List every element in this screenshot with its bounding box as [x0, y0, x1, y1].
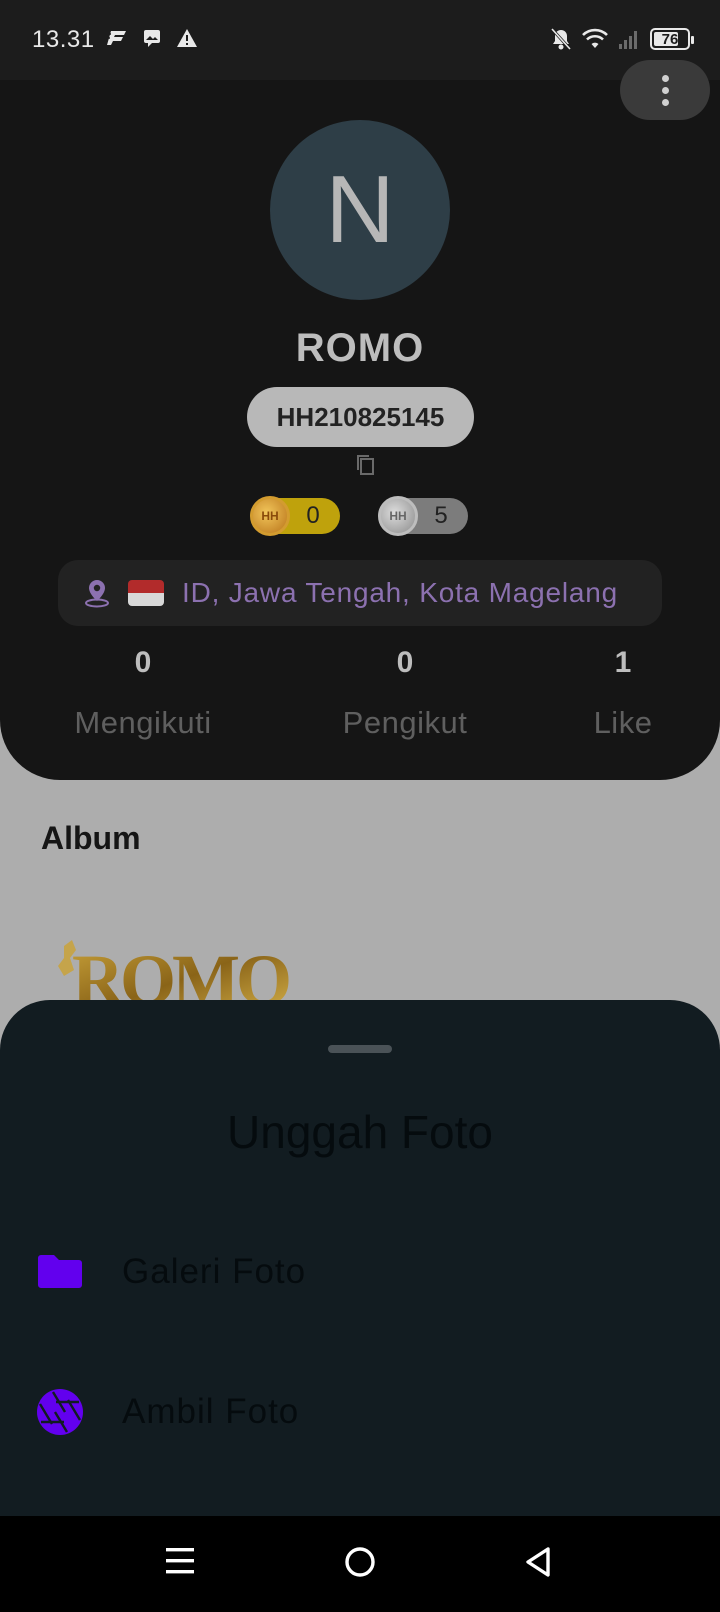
menu-icon[interactable] [166, 1546, 194, 1576]
svg-text:ROMO: ROMO [72, 940, 289, 1000]
take-photo-option[interactable]: Ambil Foto [0, 1352, 720, 1472]
status-time: 13.31 [32, 26, 95, 53]
copy-icon[interactable] [355, 453, 377, 477]
stat-following[interactable]: 0 Mengikuti [58, 646, 228, 741]
stat-followers-label: Pengikut [342, 705, 468, 740]
profile-card: N ROMO HH210825145 HH 0 HH 5 ID, Jawa Te… [0, 0, 720, 780]
gold-coin-icon: HH [250, 496, 290, 536]
home-icon[interactable] [344, 1546, 376, 1578]
location-text: ID, Jawa Tengah, Kota Magelang [182, 577, 618, 608]
gold-coin-count: 0 [306, 502, 320, 529]
profile-name: ROMO [295, 326, 425, 370]
photo-message-icon [144, 30, 160, 47]
battery-icon: 76 [650, 28, 694, 50]
stat-following-label: Mengikuti [74, 705, 212, 740]
more-vertical-icon [661, 74, 669, 82]
folder-icon [38, 1255, 82, 1288]
gallery-option-label: Galeri Foto [122, 1252, 307, 1291]
more-options-button[interactable] [620, 60, 710, 120]
gold-coin-balance[interactable]: HH 0 [250, 496, 340, 536]
status-right-icons: 76 [550, 27, 694, 51]
battery-level: 76 [661, 30, 679, 48]
stat-followers-count: 0 [396, 646, 414, 679]
gallery-option[interactable]: Galeri Foto [0, 1212, 720, 1332]
indonesia-flag-icon [128, 580, 164, 606]
silver-coin-count: 5 [434, 502, 448, 529]
stat-likes[interactable]: 1 Like [570, 646, 676, 741]
fastlane-icon [107, 31, 126, 45]
upload-photo-sheet: Unggah Foto Galeri Foto Ambil Foto [0, 1000, 720, 1520]
bell-off-icon [550, 27, 572, 51]
sheet-drag-handle[interactable] [328, 1045, 392, 1053]
stat-following-count: 0 [134, 646, 152, 679]
stat-followers[interactable]: 0 Pengikut [320, 646, 490, 741]
album-title: Album [41, 820, 141, 856]
sheet-title: Unggah Foto [227, 1106, 493, 1158]
avatar[interactable]: N [270, 120, 450, 300]
location-pin-icon [85, 580, 109, 608]
take-photo-option-label: Ambil Foto [122, 1392, 300, 1431]
silver-coin-balance[interactable]: HH 5 [378, 496, 468, 536]
status-bar: 13.31 76 [0, 0, 720, 80]
user-id-badge[interactable]: HH210825145 [247, 387, 474, 447]
album-logo-image[interactable]: ROMO [50, 938, 290, 1000]
signal-icon [619, 31, 637, 49]
silver-coin-icon: HH [378, 496, 418, 536]
stat-likes-label: Like [593, 705, 653, 740]
back-icon[interactable] [524, 1546, 552, 1578]
system-navigation-bar [0, 1516, 720, 1612]
location-chip[interactable]: ID, Jawa Tengah, Kota Magelang [58, 560, 662, 626]
romo-logo: ROMO [58, 940, 290, 1000]
stat-likes-count: 1 [614, 646, 632, 679]
camera-shutter-icon [37, 1389, 83, 1435]
wifi-icon [582, 28, 608, 48]
warning-icon [177, 29, 197, 47]
status-left-icons [106, 28, 198, 48]
